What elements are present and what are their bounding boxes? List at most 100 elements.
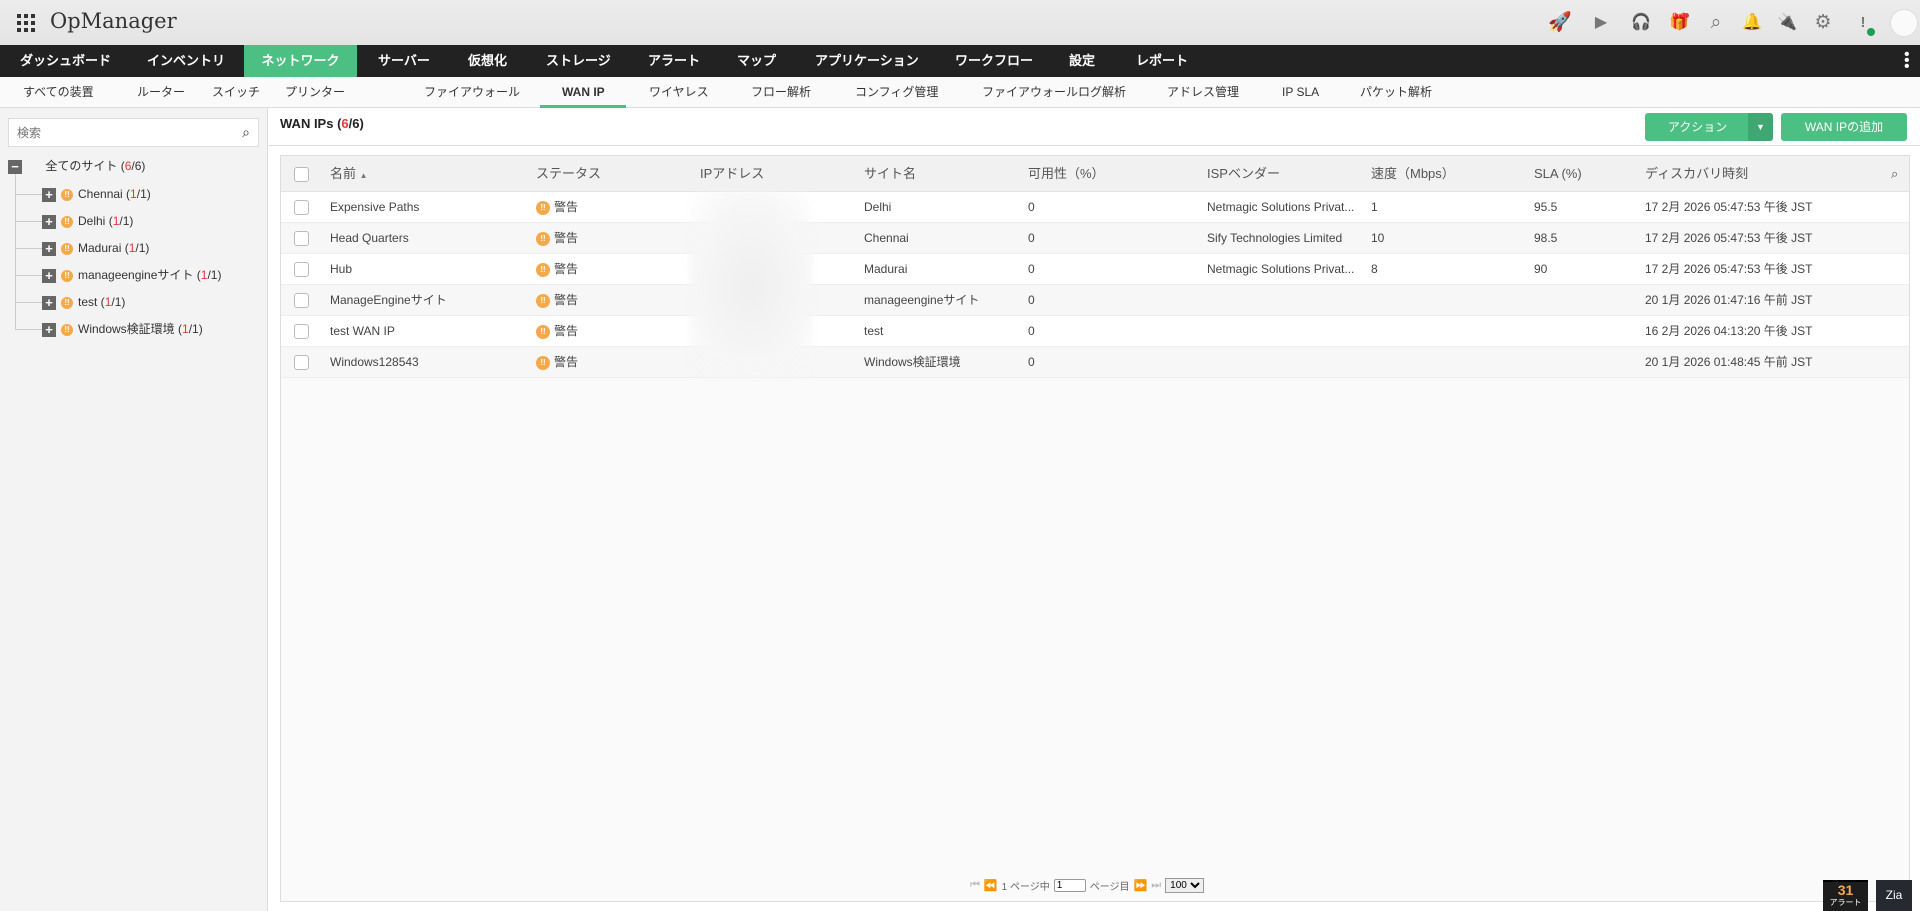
expand-icon[interactable]: + [42,268,56,283]
col-discovery-time[interactable]: ディスカバリ時刻 [1645,156,1748,192]
site-search-input[interactable] [9,119,219,146]
col-isp[interactable]: ISPベンダー [1207,156,1280,192]
col-sla[interactable]: SLA (%) [1534,156,1582,192]
table-row[interactable]: ManageEngineサイト !! 警告 manageengineサイト 0 20 1月… [281,285,1909,316]
plug-icon[interactable]: 🔌 [1774,10,1800,36]
table-row[interactable]: test WAN IP !! 警告 test 0 16 2月 2026 04:13:20 … [281,316,1909,347]
table-row[interactable]: Expensive Paths !! 警告 Delhi 0 Netmagic Soluti… [281,192,1909,223]
first-page-icon[interactable]: ⏮ [970,879,980,892]
row-checkbox[interactable] [294,293,309,308]
site-search: ⌕ [8,118,259,147]
subtab-routers[interactable]: ルーター [137,77,185,107]
nav-settings[interactable]: 設定 [1069,45,1095,77]
shield-alert-icon[interactable]: ! [1850,10,1876,36]
app-grid-icon[interactable] [17,14,35,32]
main-nav: ダッシュボード インベントリ ネットワーク サーバー 仮想化 ストレージ アラー… [0,45,1920,77]
expand-icon[interactable]: + [42,295,56,310]
table-row[interactable]: Hub !! 警告 Madurai 0 Netmagic Solutions Privat… [281,254,1909,285]
search-icon[interactable]: ⌕ [1703,10,1729,36]
per-page-select[interactable]: 100 [1165,877,1205,893]
col-availability[interactable]: 可用性（%） [1028,156,1105,192]
tree-root-all-sites[interactable]: − 全てのサイト (6/6) [8,155,145,177]
row-checkbox[interactable] [294,200,309,215]
bell-icon[interactable]: 🔔 [1739,10,1765,36]
cell-site: Madurai [864,262,908,276]
expand-icon[interactable]: + [42,322,56,337]
nav-virtualization[interactable]: 仮想化 [468,45,507,77]
gift-icon[interactable]: 🎁 [1666,10,1692,36]
zia-button[interactable]: Zia [1876,880,1912,911]
table-row[interactable]: Head Quarters !! 警告 Chennai 0 Sify Technologi… [281,223,1909,254]
nav-servers[interactable]: サーバー [378,45,430,77]
more-menu-icon[interactable]: • • • [1904,47,1912,75]
action-dropdown-icon[interactable]: ▼ [1748,113,1773,141]
collapse-icon[interactable]: − [8,159,22,174]
cell-time: 17 2月 2026 05:47:53 午後 JST [1645,231,1813,245]
subtab-firewalls[interactable]: ファイアウォール [424,77,520,107]
app-title: OpManager [50,9,177,33]
cell-name[interactable]: Windows128543 [330,347,419,378]
subtab-address-management[interactable]: アドレス管理 [1167,77,1239,107]
subtab-ip-sla[interactable]: IP SLA [1282,77,1319,107]
tree-site[interactable]: +!! test (1/1) [42,291,125,313]
col-ip[interactable]: IPアドレス [700,156,764,192]
expand-icon[interactable]: + [42,241,56,256]
table-row[interactable]: Windows128543 !! 警告 Windows検証環境 0 20 1月 2026 … [281,347,1909,378]
row-checkbox[interactable] [294,324,309,339]
nav-maps[interactable]: マップ [737,45,776,77]
subtab-firewall-log-analysis[interactable]: ファイアウォールログ解析 [982,77,1126,107]
last-page-icon[interactable]: ⏭ [1151,879,1161,892]
page-input[interactable] [1053,878,1086,892]
select-all-checkbox[interactable] [294,167,309,182]
nav-network[interactable]: ネットワーク [244,45,357,77]
col-speed[interactable]: 速度（Mbps） [1371,156,1455,192]
nav-dashboard[interactable]: ダッシュボード [20,45,111,77]
nav-storage[interactable]: ストレージ [546,45,611,77]
expand-icon[interactable]: + [42,187,56,202]
nav-reports[interactable]: レポート [1136,45,1188,77]
row-checkbox[interactable] [294,262,309,277]
row-checkbox[interactable] [294,231,309,246]
cell-name[interactable]: ManageEngineサイト [330,285,447,316]
alerts-badge[interactable]: 31 アラート [1823,880,1868,911]
tree-site[interactable]: +!! Delhi (1/1) [42,210,133,232]
nav-inventory[interactable]: インベントリ [147,45,225,77]
cell-name[interactable]: Hub [330,254,352,285]
tree-site[interactable]: +!! manageengineサイト (1/1) [42,264,221,286]
subtab-switches[interactable]: スイッチ [212,77,260,107]
avatar[interactable] [1890,9,1918,37]
divider [269,145,1920,146]
search-icon[interactable]: ⌕ [242,124,250,141]
warning-icon: !! [61,215,73,228]
rocket-icon[interactable]: 🚀 [1547,10,1573,36]
cell-name[interactable]: test WAN IP [330,316,395,347]
tree-site[interactable]: +!! Madurai (1/1) [42,237,149,259]
search-icon[interactable]: ⌕ [1891,156,1898,192]
cell-name[interactable]: Expensive Paths [330,192,419,223]
gear-icon[interactable]: ⚙ [1810,10,1836,36]
expand-icon[interactable]: + [42,214,56,229]
cell-name[interactable]: Head Quarters [330,223,409,254]
prev-page-icon[interactable]: ⏪ [984,879,998,892]
tree-site[interactable]: +!! Windows検証環境 (1/1) [42,318,203,340]
action-button[interactable]: アクション [1645,113,1750,141]
add-wan-ip-button[interactable]: WAN IPの追加 [1781,113,1907,141]
nav-applications[interactable]: アプリケーション [815,45,919,77]
next-page-icon[interactable]: ⏩ [1134,879,1148,892]
subtab-flow-analysis[interactable]: フロー解析 [751,77,811,107]
presentation-icon[interactable]: ▶ [1588,10,1614,36]
tree-site[interactable]: +!! Chennai (1/1) [42,183,151,205]
nav-alerts[interactable]: アラート [648,45,700,77]
subtab-printers[interactable]: プリンター [285,77,345,107]
subtab-packet-analysis[interactable]: パケット解析 [1360,77,1432,107]
col-site[interactable]: サイト名 [864,156,916,192]
col-name[interactable]: 名前 ▲ [330,156,368,194]
subtab-wan-ip[interactable]: WAN IP [562,77,605,107]
subtab-all-devices[interactable]: すべての装置 [23,77,94,107]
subtab-config-management[interactable]: コンフィグ管理 [855,77,938,107]
nav-workflow[interactable]: ワークフロー [955,45,1033,77]
col-status[interactable]: ステータス [536,156,601,192]
row-checkbox[interactable] [294,355,309,370]
subtab-wireless[interactable]: ワイヤレス [649,77,709,107]
headset-icon[interactable]: 🎧 [1628,10,1654,36]
